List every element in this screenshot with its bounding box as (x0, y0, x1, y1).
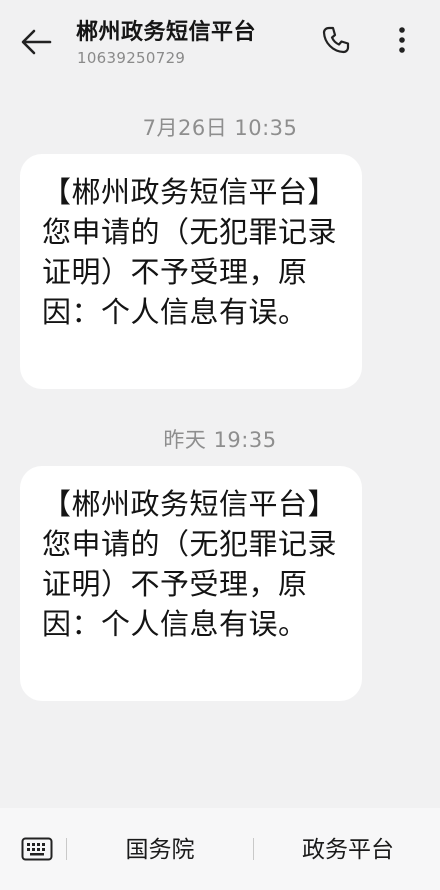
message-text: 【郴州政务短信平台】您申请的（无犯罪记录证明）不予受理，原因：个人信息有误。 (42, 175, 338, 329)
back-arrow-icon (21, 29, 52, 55)
menu-item-gov-platform[interactable]: 政务平台 (256, 832, 440, 868)
message-bubble[interactable]: 【郴州政务短信平台】您申请的（无犯罪记录证明）不予受理，原因：个人信息有误。 (20, 466, 362, 701)
keyboard-icon (21, 837, 53, 861)
contact-number: 10639250729 (77, 49, 186, 67)
phone-icon (322, 26, 350, 54)
menu-divider (253, 838, 254, 860)
call-button[interactable] (316, 20, 356, 60)
message-text: 【郴州政务短信平台】您申请的（无犯罪记录证明）不予受理，原因：个人信息有误。 (42, 487, 338, 641)
more-vertical-icon (399, 27, 405, 53)
menu-divider (66, 838, 67, 860)
sms-conversation-screen: 郴州政务短信平台 10639250729 7月26日 10:35 【郴州政务短信… (0, 0, 440, 890)
keyboard-toggle-button[interactable] (14, 830, 60, 868)
back-button[interactable] (14, 22, 58, 62)
message-bubble[interactable]: 【郴州政务短信平台】您申请的（无犯罪记录证明）不予受理，原因：个人信息有误。 (20, 154, 362, 389)
menu-item-state-council[interactable]: 国务院 (70, 832, 250, 868)
message-timestamp: 昨天 19:35 (163, 428, 277, 452)
conversation-header: 郴州政务短信平台 10639250729 (0, 0, 440, 84)
more-options-button[interactable] (382, 20, 422, 60)
message-timestamp: 7月26日 10:35 (142, 116, 298, 140)
service-menu-bar: 国务院 政务平台 (0, 808, 440, 890)
contact-name: 郴州政务短信平台 (76, 20, 257, 45)
